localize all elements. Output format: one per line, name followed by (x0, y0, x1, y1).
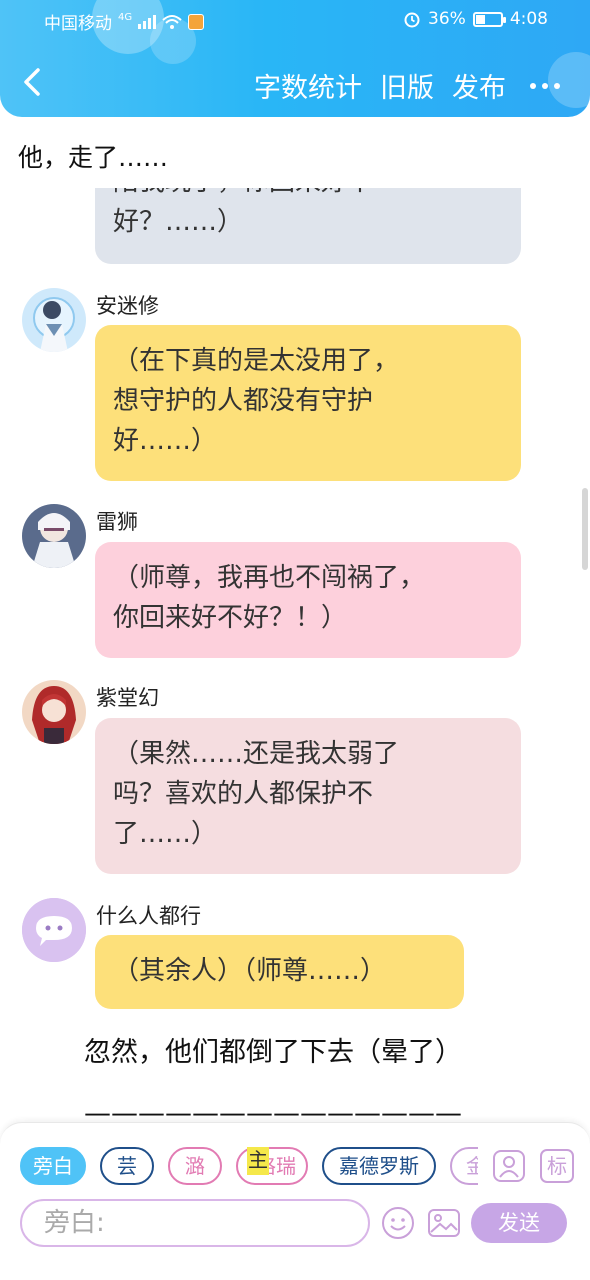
carrier-label: 中国移动 (44, 14, 112, 34)
message-line: （其余人）（师尊……） (113, 956, 387, 986)
word-count-button[interactable]: 字数统计 (254, 66, 362, 105)
message-line: 了……） (113, 819, 218, 849)
avatar-image (22, 680, 86, 744)
character-chip[interactable]: 嘉德罗斯 (322, 1147, 436, 1185)
more-icon[interactable] (530, 82, 560, 89)
narration-text: 忽然，他们都倒了下去（晕了） (84, 1037, 462, 1068)
send-button[interactable]: 发送 (471, 1203, 567, 1243)
publish-button[interactable]: 发布 (452, 66, 506, 105)
message-line: 想守护的人都没有守护 (113, 386, 374, 416)
character-chip[interactable]: 芸 (100, 1147, 154, 1185)
message-bubble[interactable]: （果然……还是我太弱了 吗？喜欢的人都保护不 了……） (95, 718, 521, 874)
character-selector: 旁白 芸 潞 格瑞 主 嘉德罗斯 金 (20, 1147, 478, 1187)
wifi-icon (162, 14, 182, 29)
chat-scroll-area[interactable]: 陪我玩了，你回来好不 好？……） 安迷修 （在下真的是太没用了， 想守护的人都没… (0, 188, 590, 1123)
status-bar: 中国移动 4G 36% 4:08 (0, 0, 590, 40)
avatar[interactable] (22, 680, 86, 744)
avatar-image (22, 288, 86, 352)
status-left: 中国移动 4G (44, 9, 205, 34)
mark-button[interactable]: 标 (540, 1149, 574, 1183)
message-bubble[interactable]: 陪我玩了，你回来好不 好？……） (95, 188, 521, 264)
clock: 4:08 (509, 9, 548, 29)
avatar[interactable] (22, 504, 86, 568)
character-manage-icon[interactable] (492, 1149, 526, 1183)
avatar-image (22, 504, 86, 568)
composer-panel: 旁白 芸 潞 格瑞 主 嘉德罗斯 金 标 旁白: 发送 (0, 1122, 590, 1280)
message-bubble[interactable]: （师尊，我再也不闯祸了， 你回来好不好？！） (95, 542, 521, 658)
sender-name: 安迷修 (96, 294, 159, 318)
chat-bubble-icon (22, 898, 86, 962)
message-line: 你回来好不好？！） (113, 603, 348, 633)
avatar[interactable] (22, 898, 86, 962)
divider-text: —————————————— (84, 1098, 462, 1123)
message-input[interactable]: 旁白: (20, 1199, 370, 1247)
top-bar: 中国移动 4G 36% 4:08 字数统计 旧版 发布 (0, 0, 590, 117)
character-chip-active[interactable]: 旁白 (20, 1147, 86, 1185)
network-label: 4G (118, 12, 133, 23)
scrollbar[interactable] (582, 488, 588, 570)
status-right: 36% 4:08 (403, 9, 548, 29)
alarm-icon (404, 12, 420, 28)
message-line: 好？……） (113, 207, 244, 237)
sender-name: 紫堂幻 (96, 686, 159, 710)
sender-name: 雷狮 (96, 510, 138, 534)
sender-name: 什么人都行 (96, 904, 201, 928)
old-version-button[interactable]: 旧版 (380, 66, 434, 105)
character-chip[interactable]: 金 (450, 1147, 478, 1185)
header-actions: 字数统计 旧版 发布 (254, 66, 560, 105)
avatar[interactable] (22, 288, 86, 352)
message-line: 陪我玩了，你回来好不 (113, 188, 503, 202)
message-line: （在下真的是太没用了， (113, 346, 400, 376)
message-line: 好……） (113, 426, 218, 456)
signal-icon (138, 14, 157, 29)
back-arrow-icon[interactable] (18, 62, 48, 102)
message-line: （师尊，我再也不闯祸了， (113, 563, 426, 593)
message-line: 吗？喜欢的人都保护不 (113, 779, 374, 809)
main-character-badge: 主 (247, 1147, 269, 1175)
emoji-icon[interactable] (380, 1205, 416, 1241)
character-chip[interactable]: 潞 (168, 1147, 222, 1185)
battery-percent: 36% (428, 9, 466, 29)
message-bubble[interactable]: （在下真的是太没用了， 想守护的人都没有守护 好……） (95, 325, 521, 481)
narration-text: 他，走了…… (18, 143, 169, 172)
message-line: （果然……还是我太弱了 (113, 739, 400, 769)
battery-icon (472, 11, 506, 27)
image-icon[interactable] (426, 1205, 462, 1241)
message-bubble[interactable]: （其余人）（师尊……） (95, 935, 464, 1009)
app-notification-icon (188, 13, 205, 30)
